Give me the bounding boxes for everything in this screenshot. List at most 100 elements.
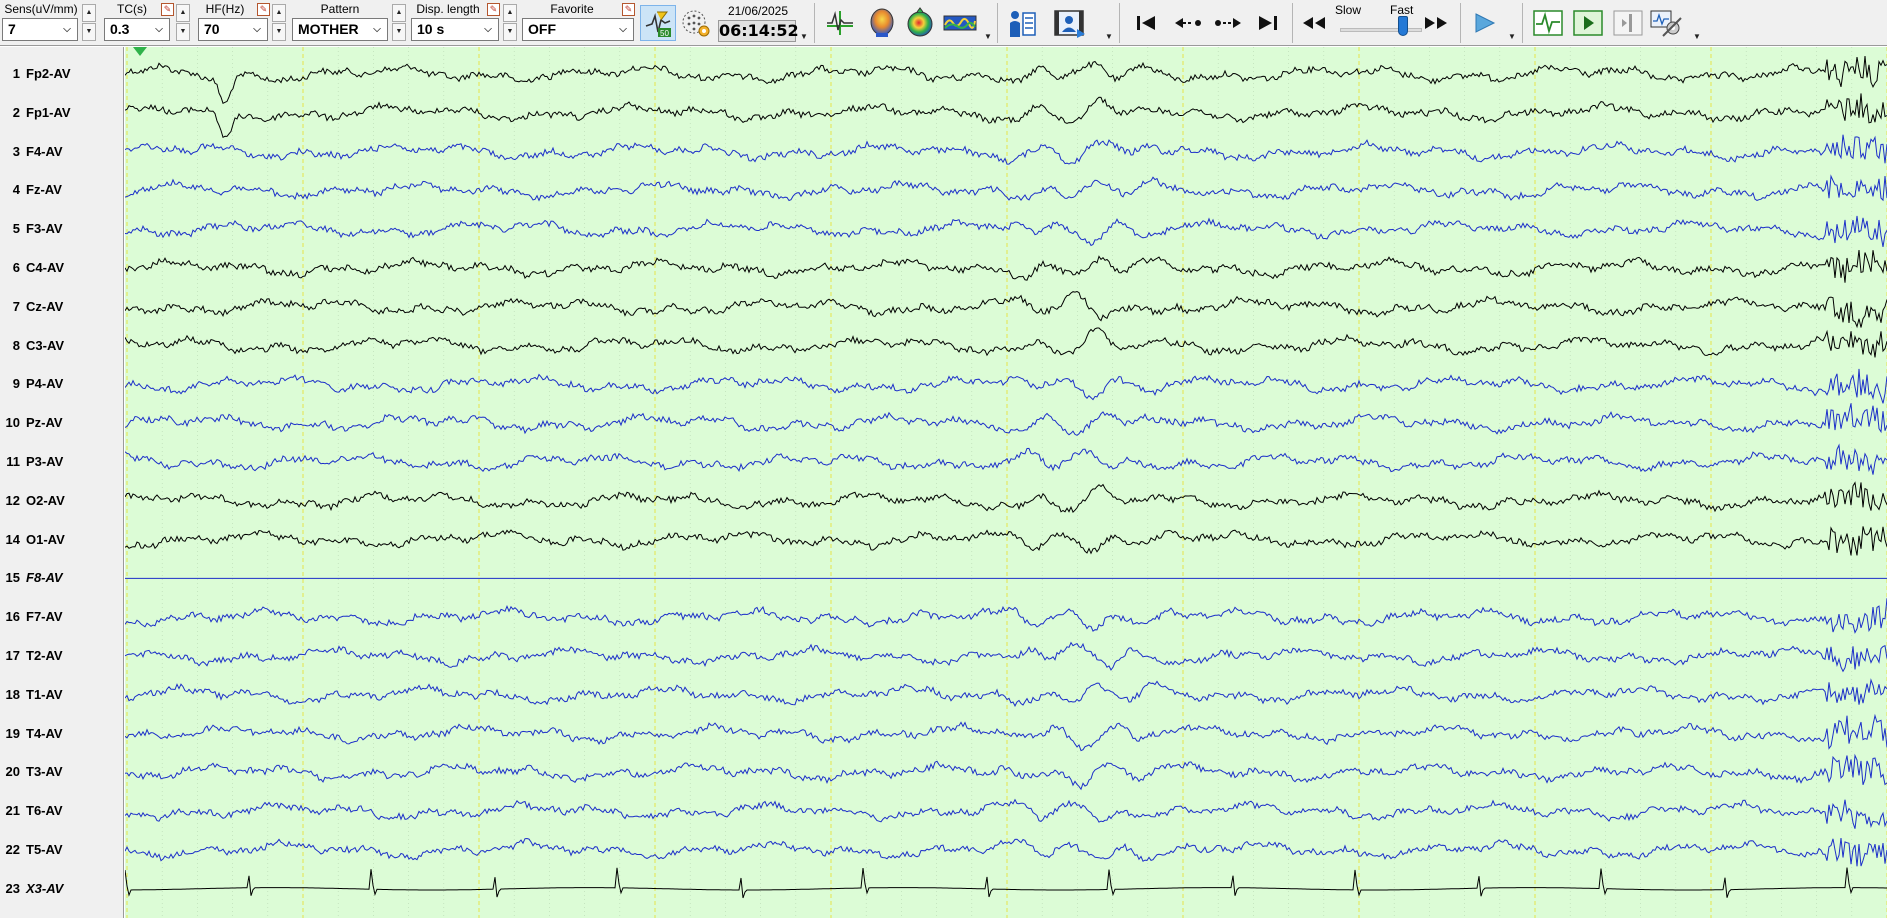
- channel-row[interactable]: 21 T6-AV: [0, 801, 124, 821]
- eeg-trace-area[interactable]: [125, 47, 1887, 918]
- tc-up-icon[interactable]: ▲: [176, 4, 190, 22]
- panel-toggle-button[interactable]: [1610, 5, 1646, 41]
- channel-row[interactable]: 11 P3-AV: [0, 452, 124, 472]
- channel-row[interactable]: 20 T3-AV: [0, 762, 124, 782]
- channel-row[interactable]: 5 F3-AV: [0, 219, 124, 239]
- chevron-down-icon: ⌵: [619, 24, 627, 35]
- disp-length-edit-icon[interactable]: ✎: [487, 3, 500, 16]
- channel-row[interactable]: 4 Fz-AV: [0, 180, 124, 200]
- sens-up-icon[interactable]: ▲: [82, 4, 96, 22]
- channel-number: 18: [5, 686, 20, 702]
- page-forward-button[interactable]: [1210, 5, 1246, 41]
- channel-label: Pz-AV: [26, 415, 63, 431]
- channel-row[interactable]: 6 C4-AV: [0, 258, 124, 278]
- channel-number: 1: [12, 66, 20, 81]
- channel-row[interactable]: 7 Cz-AV: [0, 297, 124, 317]
- fast-forward-button[interactable]: [1418, 5, 1454, 41]
- page-forward-icon: [1215, 18, 1241, 28]
- channel-row[interactable]: 19 T4-AV: [0, 724, 124, 744]
- tools-dropdown-icon[interactable]: ▼: [1693, 32, 1701, 41]
- play-button[interactable]: [1466, 5, 1502, 41]
- favorite-control: Favorite OFF ⌵: [522, 0, 636, 46]
- eeg-trace: [125, 215, 1887, 247]
- channel-row[interactable]: 14 O1-AV: [0, 530, 124, 550]
- channel-row[interactable]: 10 Pz-AV: [0, 413, 124, 433]
- favorite-edit-icon[interactable]: ✎: [622, 3, 635, 16]
- channel-row[interactable]: 22 T5-AV: [0, 840, 124, 860]
- channel-label: T2-AV: [26, 648, 63, 663]
- sens-down-icon[interactable]: ▼: [82, 23, 96, 41]
- go-start-button[interactable]: [1128, 5, 1164, 41]
- sens-caption: Sens(uV/mm): [4, 2, 78, 16]
- start-marker-icon[interactable]: [133, 47, 147, 56]
- speed-slider-track[interactable]: [1340, 28, 1422, 32]
- pattern-spinner[interactable]: ▲ ▼: [392, 4, 406, 42]
- topo-map-button[interactable]: [902, 5, 938, 41]
- channel-row[interactable]: 2 Fp1-AV: [0, 103, 124, 123]
- disp-length-up-icon[interactable]: ▲: [503, 4, 517, 22]
- video-button[interactable]: [1052, 5, 1088, 41]
- eeg-trace: [125, 713, 1887, 752]
- tc-down-icon[interactable]: ▼: [176, 23, 190, 41]
- channel-row[interactable]: 15 F8-AV: [0, 568, 124, 588]
- pattern-up-icon[interactable]: ▲: [392, 4, 406, 22]
- step-play-icon: [1573, 10, 1603, 36]
- spike-detect-icon: 50: [645, 11, 671, 38]
- electrode-map-button[interactable]: [678, 5, 714, 41]
- disp-length-down-icon[interactable]: ▼: [503, 23, 517, 41]
- channel-row[interactable]: 3 F4-AV: [0, 142, 124, 162]
- tc-spinner[interactable]: ▲ ▼: [176, 4, 190, 42]
- head-3d-button[interactable]: [864, 5, 900, 41]
- tc-edit-icon[interactable]: ✎: [161, 3, 174, 16]
- time-dropdown-icon[interactable]: ▼: [800, 32, 808, 41]
- hf-select[interactable]: 70 ⌵: [198, 18, 268, 41]
- sens-spinner[interactable]: ▲ ▼: [82, 4, 96, 42]
- pattern-caption: Pattern: [320, 2, 360, 16]
- step-play-button[interactable]: [1570, 5, 1606, 41]
- channel-label: T5-AV: [26, 842, 63, 857]
- channel-label: C4-AV: [26, 260, 65, 275]
- analysis-dropdown-icon[interactable]: ▼: [984, 32, 992, 41]
- montage-wave-button[interactable]: [1530, 5, 1566, 41]
- channel-label: Fp1-AV: [26, 104, 71, 120]
- disp-length-select[interactable]: 10 s ⌵: [411, 18, 499, 41]
- channel-row[interactable]: 18 T1-AV: [0, 685, 124, 705]
- channel-row[interactable]: 23 X3-AV: [0, 879, 124, 899]
- favorite-select[interactable]: OFF ⌵: [522, 18, 634, 41]
- eeg-traces[interactable]: [125, 47, 1887, 918]
- play-dropdown-icon[interactable]: ▼: [1508, 32, 1516, 41]
- hf-spinner[interactable]: ▲ ▼: [272, 4, 286, 42]
- channel-row[interactable]: 17 T2-AV: [0, 646, 124, 666]
- toolbar: Sens(uV/mm) 7 ⌵ ▲ ▼ TC(s) 0.3 ⌵ ✎ ▲ ▼ HF(H…: [0, 0, 1887, 46]
- channel-row[interactable]: 9 P4-AV: [0, 374, 124, 394]
- spectrum-button[interactable]: [942, 5, 978, 41]
- disp-length-caption: Disp. length: [416, 2, 480, 16]
- waveform-marker-button[interactable]: [822, 5, 858, 41]
- pattern-down-icon[interactable]: ▼: [392, 23, 406, 41]
- recording-time[interactable]: 06:14:52: [718, 20, 799, 42]
- page-back-button[interactable]: [1170, 5, 1206, 41]
- channel-label: O1-AV: [26, 531, 65, 547]
- settings-tools-button[interactable]: [1648, 5, 1684, 41]
- channel-label: T6-AV: [26, 803, 63, 819]
- pattern-select[interactable]: MOTHER ⌵: [292, 18, 388, 41]
- hf-up-icon[interactable]: ▲: [272, 4, 286, 22]
- go-end-button[interactable]: [1250, 5, 1286, 41]
- hf-edit-icon[interactable]: ✎: [257, 3, 270, 16]
- disp-length-spinner[interactable]: ▲ ▼: [503, 4, 517, 42]
- tc-select[interactable]: 0.3 ⌵: [104, 18, 170, 41]
- spike-detect-button[interactable]: 50: [640, 5, 676, 41]
- speed-fast-label: Fast: [1390, 3, 1414, 17]
- channel-row[interactable]: 1 Fp2-AV: [0, 64, 124, 84]
- rewind-button[interactable]: [1296, 5, 1332, 41]
- channel-row[interactable]: 16 F7-AV: [0, 607, 124, 627]
- channel-row[interactable]: 8 C3-AV: [0, 336, 124, 356]
- sens-select[interactable]: 7 ⌵: [2, 18, 78, 41]
- channel-number: 7: [12, 298, 20, 314]
- patient-info-button[interactable]: [1004, 5, 1040, 41]
- channel-row[interactable]: 12 O2-AV: [0, 491, 124, 511]
- video-dropdown-icon[interactable]: ▼: [1105, 32, 1113, 41]
- speed-slider-thumb[interactable]: [1397, 16, 1408, 36]
- channel-label: F3-AV: [26, 221, 63, 237]
- hf-down-icon[interactable]: ▼: [272, 23, 286, 41]
